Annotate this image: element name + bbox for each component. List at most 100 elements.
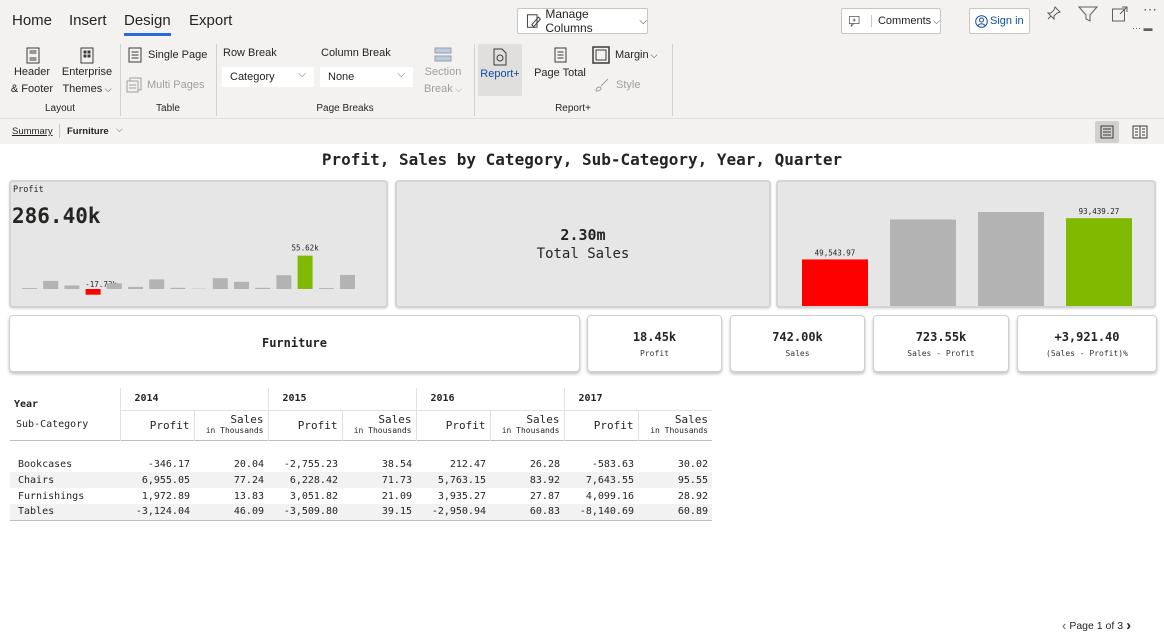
comments-button[interactable]: Comments ⌵ <box>841 8 941 34</box>
kpi-sales-minus-profit-pct: +3,921.40 (Sales - Profit)% <box>1017 315 1157 372</box>
table-cell: 38.54 <box>381 458 412 470</box>
style-button[interactable]: Style <box>594 77 640 93</box>
pin-icon[interactable] <box>1044 5 1062 28</box>
margin-icon <box>592 46 610 64</box>
multi-pages-button[interactable]: Multi Pages <box>126 77 204 93</box>
enterprise-themes-label-1: Enterprise <box>61 66 113 78</box>
chevron-left-icon[interactable]: ‹ <box>1062 618 1066 633</box>
margin-label: Margin <box>615 49 649 61</box>
tab-export[interactable]: Export <box>189 12 232 29</box>
year-column-header: 2017 <box>563 388 712 411</box>
paint-brush-icon <box>595 78 609 92</box>
chevron-down-icon: ⌵ <box>639 15 647 27</box>
chart-bar <box>297 255 313 289</box>
grid-view-toggle[interactable] <box>1128 121 1152 143</box>
table-cell: -3,124.04 <box>135 506 190 518</box>
chart-data-label: 49,543.97 <box>815 248 856 257</box>
header-footer-button[interactable]: Header & Footer <box>6 64 58 98</box>
single-page-label: Single Page <box>148 49 208 61</box>
total-sales-value: 2.30m <box>560 226 606 244</box>
chevron-down-icon: ⌵ <box>397 69 405 80</box>
table-row: Bookcases -346.17 20.04 -2,755.23 38.54 … <box>10 456 712 472</box>
profit-card: Profit 286.40k -17.73k 55.62k <box>9 180 388 308</box>
style-label: Style <box>616 79 641 91</box>
header-footer-icon <box>24 46 42 64</box>
table-cell: 28.92 <box>677 490 708 502</box>
table-cell: 46.09 <box>233 506 264 518</box>
table-cell: 20.04 <box>233 458 264 470</box>
table-cell: 30.02 <box>677 458 708 470</box>
sign-in-label: Sign in <box>990 15 1024 27</box>
row-break-select[interactable]: Category ⌵ <box>222 67 314 87</box>
chart-bar <box>318 288 334 289</box>
table-cell: 6,955.05 <box>141 474 190 486</box>
sales-column-label: Sales <box>674 413 708 426</box>
tab-insert[interactable]: Insert <box>69 12 107 29</box>
column-break-select[interactable]: None ⌵ <box>320 67 413 87</box>
table-cell: 26.28 <box>529 458 560 470</box>
breadcrumb-summary-link[interactable]: Summary <box>12 126 53 137</box>
group-label-page-breaks: Page Breaks <box>316 103 374 114</box>
group-label-table: Table <box>156 103 180 114</box>
subcategory-header: Sub-Category <box>16 419 89 431</box>
report-plus-icon <box>493 48 507 66</box>
year-column-header: 2014 <box>119 388 268 411</box>
table-cell: -583.63 <box>591 458 634 470</box>
sales-column-header: Sales in Thousands <box>637 410 712 440</box>
manage-columns-label: Manage Columns <box>545 7 593 35</box>
chevron-down-icon[interactable]: ⌵ <box>116 124 123 135</box>
kpi-sales: 742.00k Sales <box>730 315 865 372</box>
manage-columns-button[interactable]: Manage Columns ⌵ <box>517 7 648 35</box>
filter-icon[interactable] <box>1077 5 1099 28</box>
manage-columns-icon <box>526 14 542 28</box>
chevron-down-icon: ⌵ <box>452 84 463 94</box>
sign-in-button[interactable]: Sign in <box>969 8 1030 34</box>
margin-button[interactable]: Margin ⌵ <box>592 46 657 64</box>
page-total-button[interactable]: Page Total <box>532 65 588 82</box>
table-cell: 3,051.82 <box>289 490 338 502</box>
more-options-icon[interactable]: ⋯ <box>1143 1 1158 18</box>
table-cell: 83.92 <box>529 474 560 486</box>
chevron-down-icon: ⌵ <box>650 49 658 60</box>
kpi-sales-minus-profit: 723.55k Sales - Profit <box>873 315 1009 372</box>
sales-column-label: Sales <box>526 413 560 426</box>
sales-column-unit: in Thousands <box>353 426 412 435</box>
chart-bar <box>43 280 59 289</box>
kpi-sales-minus-profit-pct-value: +3,921.40 <box>1054 330 1120 344</box>
report-plus-button[interactable]: Report+ <box>478 44 522 96</box>
pager: ‹ Page 1 of 3 › <box>1062 617 1131 634</box>
table-row: Tables -3,124.04 46.09 -3,509.80 39.15 -… <box>10 504 712 520</box>
comments-label: Comments <box>870 15 931 27</box>
report-title: Profit, Sales by Category, Sub-Category,… <box>321 150 843 169</box>
ribbon: Home Insert Design Export Manage Columns… <box>0 0 1164 118</box>
sales-column-label: Sales <box>378 413 412 426</box>
table-cell: -2,755.23 <box>283 458 338 470</box>
table-cell: 7,643.55 <box>585 474 634 486</box>
section-break-button[interactable]: Section Break ⌵ <box>420 64 466 98</box>
sales-column-unit: in Thousands <box>205 426 264 435</box>
tab-design[interactable]: Design <box>124 12 171 29</box>
enterprise-themes-button[interactable]: Enterprise Themes ⌵ <box>60 64 114 98</box>
yearly-bar-card: 49,543.97 93,439.27 <box>776 180 1156 308</box>
table-row: Furnishings 1,972.89 13.83 3,051.82 21.0… <box>10 488 712 504</box>
tab-home[interactable]: Home <box>12 12 52 29</box>
row-label: Bookcases <box>18 458 73 470</box>
table-cell: 21.09 <box>381 490 412 502</box>
breadcrumb-current: Furniture <box>67 126 109 137</box>
chart-bar <box>255 287 271 289</box>
table-cell: 60.89 <box>677 506 708 518</box>
chart-bar <box>22 288 37 289</box>
table-cell: 27.87 <box>529 490 560 502</box>
chart-bar <box>978 212 1044 306</box>
chart-data-label: 55.62k <box>292 244 320 253</box>
table-cell: 39.15 <box>381 506 412 518</box>
focus-mode-icon[interactable] <box>1111 5 1129 28</box>
page-view-toggle[interactable] <box>1095 121 1119 143</box>
table-cell: -2,950.94 <box>431 506 486 518</box>
chevron-right-icon[interactable]: › <box>1126 617 1131 634</box>
single-column-view-icon <box>1100 125 1114 139</box>
chart-bar <box>85 289 101 295</box>
sales-column-unit: in Thousands <box>650 426 708 435</box>
single-page-button[interactable]: Single Page <box>128 47 207 63</box>
multi-pages-label: Multi Pages <box>147 79 205 91</box>
